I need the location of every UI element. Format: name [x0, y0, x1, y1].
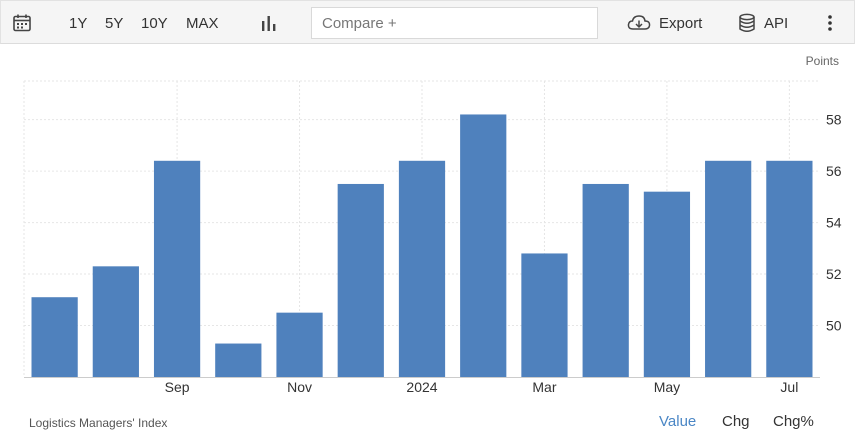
x-tick-label: May: [654, 379, 680, 395]
bar-2023-11: [276, 312, 323, 377]
x-tick-label: Mar: [532, 379, 556, 395]
bar-2023-09: [153, 160, 201, 377]
bar-2024-03: [521, 253, 568, 377]
bar-2024-07: [766, 160, 813, 377]
tab-change-percent[interactable]: Chg%: [773, 413, 814, 430]
x-tick-label: 2024: [406, 379, 437, 395]
bar-chart: 50 52 54 56 58 Sep Nov 2024 Mar May Jul: [23, 80, 842, 395]
bar-2023-07: [31, 297, 78, 377]
x-tick-label: Nov: [287, 379, 312, 395]
indicator-title: Logistics Managers' Index: [29, 416, 168, 430]
tab-change[interactable]: Chg: [722, 413, 750, 430]
bar-2023-08: [92, 266, 139, 377]
bar-2024-02: [460, 114, 507, 377]
bar-2023-10: [215, 343, 262, 377]
x-tick-label: Jul: [780, 379, 798, 395]
x-tick-label: Sep: [165, 379, 190, 395]
y-tick-label: 58: [826, 112, 842, 128]
bar-2023-12: [337, 183, 384, 377]
bar-2024-01: [398, 160, 446, 377]
tab-value[interactable]: Value: [659, 413, 696, 430]
y-tick-label: 56: [826, 163, 842, 179]
y-tick-label: 52: [826, 266, 842, 282]
bar-2024-06: [705, 160, 752, 377]
bar-2024-05: [643, 191, 691, 377]
bar-2024-04: [582, 183, 629, 377]
y-tick-label: 50: [826, 318, 842, 334]
y-tick-label: 54: [826, 215, 842, 231]
